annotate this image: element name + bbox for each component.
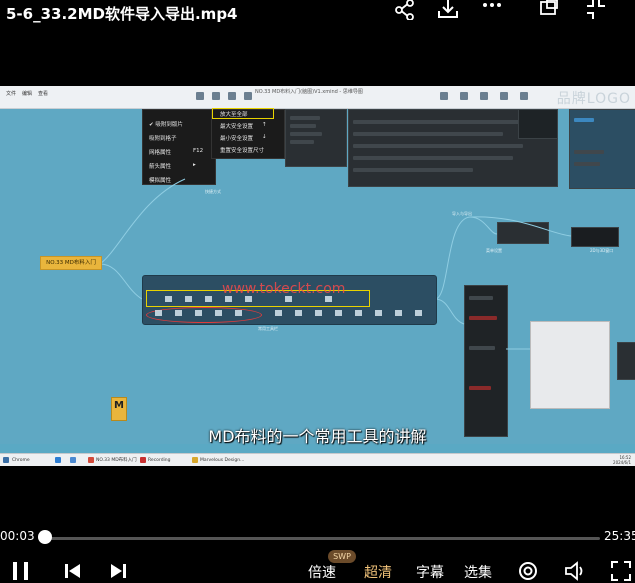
toolbar-icon xyxy=(440,92,448,100)
toolbar-icon xyxy=(480,92,488,100)
window-title: NO.33 MD布料入门(脑图)V1.xmind - 思维导图 xyxy=(255,89,363,95)
current-time: 00:03 xyxy=(0,529,35,543)
more-icon[interactable] xyxy=(481,0,505,20)
tool-icon xyxy=(175,310,182,316)
node-label: 常用工具栏 xyxy=(258,326,278,331)
menu-edit: 编辑 xyxy=(22,91,33,97)
tool-icon xyxy=(205,296,212,302)
episodes-button[interactable]: 选集 xyxy=(464,562,492,582)
toolbar-icon xyxy=(228,92,236,100)
tool-icon xyxy=(155,310,162,316)
app-icon[interactable] xyxy=(192,457,198,463)
fullscreen-exit-icon[interactable] xyxy=(585,0,609,20)
taskbar-item[interactable]: Chrome xyxy=(12,456,30,465)
tool-icon xyxy=(275,310,282,316)
watermark-text: www.tokeckt.com xyxy=(222,281,346,297)
taskbar-clock: 16:52 2024/6/1 xyxy=(613,455,631,465)
start-icon[interactable] xyxy=(3,457,9,463)
volume-icon[interactable] xyxy=(565,561,587,581)
toolbar-icon xyxy=(212,92,220,100)
toolbar-icon xyxy=(244,92,252,100)
subtitles-button[interactable]: 字幕 xyxy=(416,562,444,582)
taskbar: Chrome NO.33 MD布料入门 Recording Marvelous … xyxy=(0,453,635,466)
taskbar-item[interactable]: Marvelous Design... xyxy=(200,456,244,465)
md-logo-icon: M xyxy=(111,397,127,421)
fullscreen-icon[interactable] xyxy=(611,561,631,581)
video-frame[interactable]: 文件 编辑 查看 NO.33 MD布料入门(脑图)V1.xmind - 思维导图… xyxy=(0,86,635,466)
annotation-ellipse xyxy=(146,307,262,323)
tool-icon xyxy=(415,310,422,316)
tool-icon xyxy=(185,296,192,302)
total-time: 25:35 xyxy=(604,529,635,543)
tool-icon xyxy=(295,310,302,316)
next-icon[interactable] xyxy=(109,561,127,581)
toolbar-icon xyxy=(520,92,528,100)
mindmap-canvas[interactable]: ✔ 吸附到版片 吸附到格子 网格属性 F12 箭头属性 ▸ 模拟属性 放大至全部… xyxy=(0,108,635,446)
tool-icon xyxy=(375,310,382,316)
tool-icon xyxy=(315,310,322,316)
pip-icon[interactable] xyxy=(539,0,563,20)
app-toolbar: 文件 编辑 查看 NO.33 MD布料入门(脑图)V1.xmind - 思维导图… xyxy=(0,86,635,109)
share-icon[interactable] xyxy=(394,0,418,21)
progress-knob[interactable] xyxy=(38,530,52,544)
tool-icon xyxy=(195,310,202,316)
taskbar-item[interactable]: Recording xyxy=(148,456,171,465)
root-topic-node[interactable]: NO.33 MD布料入门 xyxy=(40,256,102,270)
node-label: 快捷方式 xyxy=(205,189,221,194)
video-title: 5-6_33.2MD软件导入导出.mp4 xyxy=(6,5,238,23)
record-icon[interactable] xyxy=(140,457,146,463)
toolbar-icon xyxy=(196,92,204,100)
quality-button[interactable]: 超清 xyxy=(364,562,392,582)
brand-logo: 品牌LOGO xyxy=(556,91,631,107)
tool-icon xyxy=(215,310,222,316)
toolbar-icon xyxy=(460,92,468,100)
menu-view: 查看 xyxy=(38,91,49,97)
tool-icon xyxy=(165,296,172,302)
pause-icon[interactable] xyxy=(11,561,31,581)
camera-icon[interactable] xyxy=(518,561,538,581)
app-icon[interactable] xyxy=(55,457,61,463)
download-icon[interactable] xyxy=(437,0,461,20)
previous-icon[interactable] xyxy=(64,561,82,581)
app-icon[interactable] xyxy=(88,457,94,463)
clock-date: 2024/6/1 xyxy=(613,460,631,465)
top-bar: 5-6_33.2MD软件导入导出.mp4 xyxy=(0,0,635,30)
tool-icon xyxy=(355,310,362,316)
taskbar-item[interactable]: NO.33 MD布料入门 xyxy=(96,456,137,465)
menu-file: 文件 xyxy=(6,91,17,97)
swp-badge: SWP xyxy=(328,550,356,563)
speed-button[interactable]: 倍速 xyxy=(308,562,336,582)
tool-icon xyxy=(235,310,242,316)
app-icon[interactable] xyxy=(70,457,76,463)
progress-bar[interactable] xyxy=(40,537,600,540)
tool-icon xyxy=(395,310,402,316)
video-subtitle: MD布料的一个常用工具的讲解 xyxy=(208,427,427,446)
toolbar-icon xyxy=(500,92,508,100)
tool-icon xyxy=(335,310,342,316)
